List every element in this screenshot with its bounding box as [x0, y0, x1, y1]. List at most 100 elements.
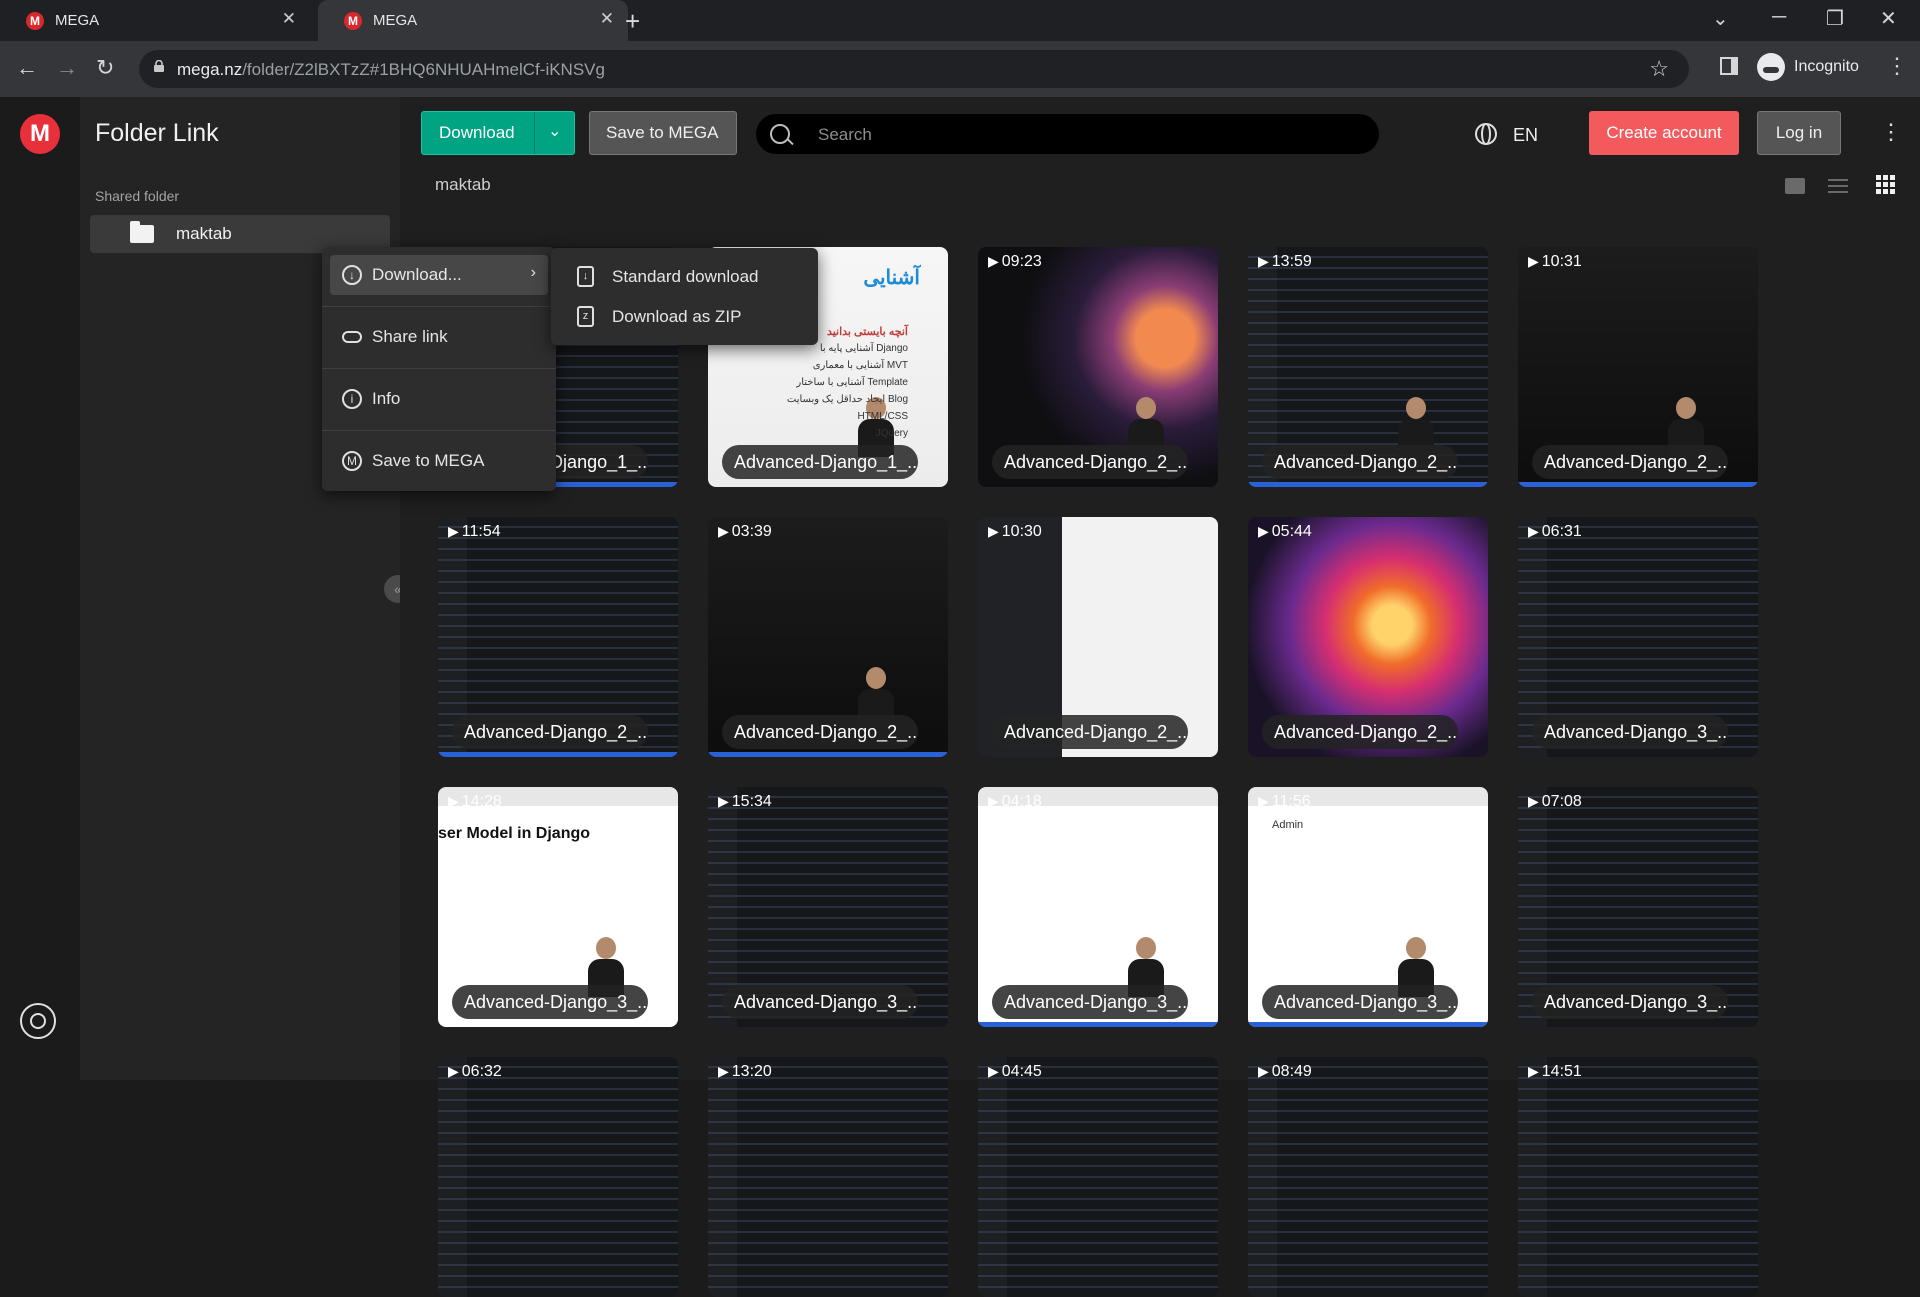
taskbar-strip: [1248, 1022, 1488, 1027]
file-card[interactable]: 06:32: [438, 1057, 678, 1297]
thumb-bullet: Django آشنایی پایه با: [819, 343, 908, 354]
menu-item-download[interactable]: ↓ Download... ›: [330, 255, 548, 295]
sidebar: Folder Link Shared folder maktab: [80, 97, 400, 1080]
file-card[interactable]: 15:34 Advanced-Django_3_...: [708, 787, 948, 1027]
thumb-bullet: MVT آشنایی با معماری: [812, 360, 908, 371]
address-bar[interactable]: mega.nz/folder/Z2lBXTzZ#1BHQ6NHUAHmelCf-…: [139, 50, 1689, 88]
file-card[interactable]: 11:56 Advanced-Django_3_... Admin: [1248, 787, 1488, 1027]
download-submenu: ↓ Standard download z Download as ZIP: [551, 248, 818, 345]
download-button[interactable]: Download ⌄: [421, 111, 575, 155]
file-card[interactable]: 13:59 Advanced-Django_2_...: [1248, 247, 1488, 487]
file-card[interactable]: 06:31 Advanced-Django_3_...: [1518, 517, 1758, 757]
duration-label: 13:20: [718, 1063, 772, 1081]
back-arrow-icon[interactable]: ←: [16, 55, 38, 81]
breadcrumb[interactable]: maktab: [435, 175, 491, 195]
bookmark-star-icon[interactable]: ☆: [1649, 56, 1669, 82]
menu-item-share-link[interactable]: Share link: [330, 317, 548, 357]
reload-icon[interactable]: ↻: [96, 55, 114, 81]
new-tab-plus-icon[interactable]: +: [625, 6, 640, 37]
forward-arrow-icon[interactable]: →: [56, 55, 78, 81]
file-name: Advanced-Django_3_...: [1262, 985, 1458, 1019]
thumb-heading: آشنایی: [863, 267, 920, 289]
duration-label: 04:18: [988, 793, 1042, 811]
file-card[interactable]: 07:08 Advanced-Django_3_...: [1518, 787, 1758, 1027]
language-selector[interactable]: EN: [1513, 125, 1538, 146]
file-name: Advanced-Django_2_...: [452, 715, 648, 749]
file-card[interactable]: 04:45: [978, 1057, 1218, 1297]
close-icon[interactable]: ✕: [600, 9, 614, 29]
file-card[interactable]: 08:49: [1248, 1057, 1488, 1297]
thumb-bullet: Blog ایجاد حداقل یک وبسایت: [786, 394, 908, 405]
window-close-icon[interactable]: ✕: [1880, 6, 1897, 31]
profile-label[interactable]: Incognito: [1794, 58, 1859, 76]
page-title: Folder Link: [95, 119, 219, 147]
file-card[interactable]: 03:39 Advanced-Django_2_...: [708, 517, 948, 757]
browser-tab-2[interactable]: M MEGA ✕: [318, 0, 628, 41]
more-options-icon[interactable]: ⋮: [1880, 119, 1902, 145]
file-card[interactable]: 10:31 Advanced-Django_2_...: [1518, 247, 1758, 487]
mega-logo-icon[interactable]: M: [20, 114, 60, 154]
chevron-down-icon[interactable]: ⌄: [548, 121, 561, 141]
browser-tab-1[interactable]: M MEGA ✕: [0, 0, 310, 41]
file-card[interactable]: 09:23 Advanced-Django_2_...: [978, 247, 1218, 487]
tab-title: MEGA: [55, 12, 100, 29]
file-card[interactable]: 05:44 Advanced-Django_2_...: [1248, 517, 1488, 757]
duration-label: 06:31: [1528, 523, 1582, 541]
save-to-mega-button[interactable]: Save to MEGA: [589, 111, 737, 155]
duration-label: 14:28: [448, 793, 502, 811]
file-card[interactable]: 14:51: [1518, 1057, 1758, 1297]
chevron-right-icon: ›: [530, 264, 536, 281]
list-view-icon[interactable]: [1828, 179, 1848, 193]
file-card[interactable]: 11:54 Advanced-Django_2_...: [438, 517, 678, 757]
split-divider: [534, 112, 535, 154]
menu-item-label: Standard download: [612, 267, 759, 286]
duration-label: 09:23: [988, 253, 1042, 271]
menu-item-standard-download[interactable]: ↓ Standard download: [559, 258, 809, 294]
taskbar-strip: [438, 752, 678, 757]
duration-label: 13:59: [1258, 253, 1312, 271]
restore-icon[interactable]: ❐: [1826, 6, 1844, 31]
folder-icon: [130, 221, 154, 243]
video-thumbnail: [1518, 1057, 1758, 1297]
taskbar-strip: [1518, 482, 1758, 487]
close-icon[interactable]: ✕: [282, 9, 296, 29]
menu-item-label: Share link: [372, 327, 448, 346]
divider: [322, 306, 556, 307]
file-name: Advanced-Django_3_...: [722, 985, 918, 1019]
menu-item-save-to-mega[interactable]: M Save to MEGA: [330, 441, 548, 481]
file-card[interactable]: 04:18 Advanced-Django_3_...: [978, 787, 1218, 1027]
search-box[interactable]: [756, 114, 1379, 154]
duration-label: 07:08: [1528, 793, 1582, 811]
thumbnail-view-icon[interactable]: [1785, 178, 1805, 194]
video-thumbnail: [978, 1057, 1218, 1297]
file-card[interactable]: 14:28 Advanced-Django_3_... ser Model in D…: [438, 787, 678, 1027]
file-card[interactable]: 13:20: [708, 1057, 948, 1297]
duration-label: 05:44: [1258, 523, 1312, 541]
duration-label: 04:45: [988, 1063, 1042, 1081]
duration-label: 10:30: [988, 523, 1042, 541]
context-menu: ↓ Download... › Share link i Info M Save…: [322, 247, 556, 491]
sync-icon[interactable]: [20, 1003, 56, 1039]
tab-search-chevron-icon[interactable]: ⌄: [1712, 6, 1729, 31]
search-input[interactable]: [816, 121, 1360, 149]
mega-favicon-icon: M: [344, 12, 362, 30]
video-thumbnail: [438, 1057, 678, 1297]
mega-icon: M: [342, 451, 362, 471]
globe-icon[interactable]: [1475, 123, 1497, 145]
file-name: Advanced-Django_2_...: [1532, 445, 1728, 479]
left-rail: M: [0, 97, 80, 1080]
menu-item-download-zip[interactable]: z Download as ZIP: [559, 298, 809, 334]
duration-label: 08:49: [1258, 1063, 1312, 1081]
save-label: Save to MEGA: [606, 123, 719, 142]
grid-view-icon[interactable]: [1876, 175, 1896, 195]
browser-menu-dots-icon[interactable]: ⋮: [1886, 53, 1908, 79]
incognito-icon[interactable]: [1757, 53, 1785, 81]
menu-item-info[interactable]: i Info: [330, 379, 548, 419]
create-account-button[interactable]: Create account: [1589, 111, 1739, 155]
tab-title: MEGA: [373, 12, 418, 29]
side-panel-icon[interactable]: [1720, 57, 1738, 75]
file-card[interactable]: 10:30 Advanced-Django_2_...: [978, 517, 1218, 757]
minimize-icon[interactable]: ─: [1772, 6, 1786, 29]
login-button[interactable]: Log in: [1757, 111, 1841, 155]
thumb-heading: ser Model in Django: [438, 825, 591, 842]
